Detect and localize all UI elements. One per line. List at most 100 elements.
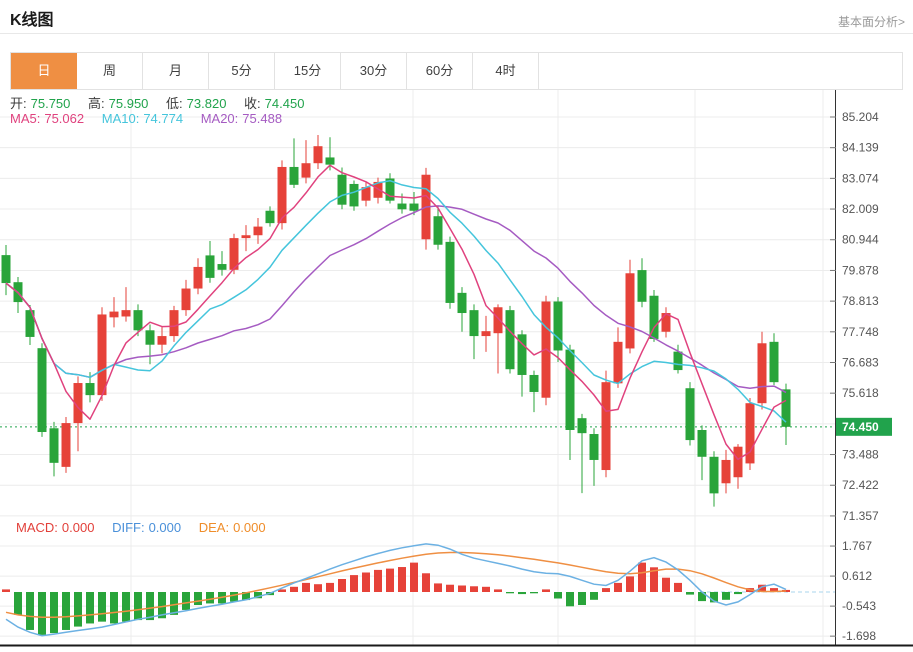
tab-5min[interactable]: 5分 xyxy=(209,53,275,89)
candle-37 xyxy=(445,236,455,309)
page-title: K线图 xyxy=(10,12,54,29)
axis-tick-label: 83.074 xyxy=(842,171,879,185)
macd-bar-8 xyxy=(98,592,106,622)
candle-25 xyxy=(301,140,311,184)
candles-layer xyxy=(1,134,791,507)
candle-10 xyxy=(121,287,131,322)
macd-bar-9 xyxy=(110,592,118,624)
tab-week[interactable]: 周 xyxy=(77,53,143,89)
macd-bar-49 xyxy=(590,592,598,600)
diff-value: 0.000 xyxy=(148,520,182,535)
candle-14 xyxy=(169,305,179,342)
macd-bar-14 xyxy=(170,592,178,615)
tab-4hour[interactable]: 4时 xyxy=(473,53,539,89)
dea-label: DEA: xyxy=(198,520,230,535)
macd-bar-60 xyxy=(722,592,730,600)
ma10-value: 74.774 xyxy=(143,111,184,126)
macd-bar-1 xyxy=(14,592,22,615)
candle-50 xyxy=(601,370,611,478)
macd-histogram-layer xyxy=(2,562,790,635)
axis-tick-label: 73.488 xyxy=(842,448,879,462)
macd-bar-15 xyxy=(182,592,190,610)
axis-tick-label: -0.543 xyxy=(842,599,876,613)
axis-tick-label: 77.748 xyxy=(842,325,879,339)
ma5-label: MA5: xyxy=(10,111,41,126)
candle-38 xyxy=(457,287,467,332)
macd-bar-11 xyxy=(134,592,142,621)
candle-13 xyxy=(157,325,167,354)
candle-12 xyxy=(145,324,155,365)
macd-bar-7 xyxy=(86,592,94,624)
high-label: 高: xyxy=(88,96,105,111)
open-label: 开: xyxy=(10,96,27,111)
candle-42 xyxy=(505,305,515,374)
candle-18 xyxy=(217,251,227,276)
low-label: 低: xyxy=(166,96,183,111)
macd-bar-47 xyxy=(566,592,574,607)
tab-60min[interactable]: 60分 xyxy=(407,53,473,89)
candle-0 xyxy=(1,245,11,296)
tab-day[interactable]: 日 xyxy=(11,53,77,89)
macd-bar-36 xyxy=(434,583,442,592)
macd-bar-3 xyxy=(38,592,46,635)
axis-tick-label: 0.612 xyxy=(842,569,872,583)
macd-bar-24 xyxy=(290,586,298,592)
candle-4 xyxy=(49,421,59,477)
candle-59 xyxy=(709,451,719,507)
candle-65 xyxy=(781,383,791,445)
axis-tick-label: 76.683 xyxy=(842,355,879,369)
macd-value: 0.000 xyxy=(61,520,95,535)
candle-40 xyxy=(481,315,491,352)
macd-bar-48 xyxy=(578,592,586,605)
candle-60 xyxy=(721,449,731,494)
header-divider xyxy=(0,33,913,34)
axis-tick-label: 71.357 xyxy=(842,509,879,523)
macd-bar-50 xyxy=(602,588,610,592)
macd-bar-53 xyxy=(638,562,646,592)
candle-57 xyxy=(685,382,695,446)
candle-44 xyxy=(529,370,539,413)
candle-39 xyxy=(469,304,479,360)
tabbar-filler xyxy=(539,53,902,89)
axis-tick-label: 78.813 xyxy=(842,294,879,308)
macd-bar-35 xyxy=(422,573,430,592)
interval-tabbar: 日周月 5分 15分 30分 60分 4时 xyxy=(10,52,903,90)
close-value: 74.450 xyxy=(264,96,305,111)
current-price-tag: 74.450 xyxy=(836,417,892,436)
tab-15min[interactable]: 15分 xyxy=(275,53,341,89)
axis-tick-label: 80.944 xyxy=(842,233,879,247)
candle-24 xyxy=(289,138,299,188)
ma20-line xyxy=(5,205,787,394)
candle-29 xyxy=(349,180,359,211)
candle-20 xyxy=(241,225,251,252)
low-value: 73.820 xyxy=(186,96,227,111)
macd-bar-51 xyxy=(614,582,622,592)
macd-bar-56 xyxy=(674,582,682,592)
candle-47 xyxy=(565,344,575,460)
macd-bar-45 xyxy=(542,589,550,592)
dea-value: 0.000 xyxy=(233,520,266,535)
macd-bar-16 xyxy=(194,592,202,605)
macd-bar-52 xyxy=(626,576,634,592)
axis-tick-label: -1.698 xyxy=(842,629,876,643)
axis-tick-label: 85.204 xyxy=(842,110,879,124)
macd-bar-30 xyxy=(362,572,370,592)
ma10-label: MA10: xyxy=(101,111,140,126)
macd-bar-26 xyxy=(314,584,322,592)
candle-2 xyxy=(25,304,35,346)
macd-bar-57 xyxy=(686,592,694,595)
candle-51 xyxy=(613,327,623,388)
current-price-tag-label: 74.450 xyxy=(842,420,879,434)
kline-page: { "header": { "title": "K线图", "link_labe… xyxy=(0,0,913,652)
axis-tick-label: 84.139 xyxy=(842,141,879,155)
macd-bar-17 xyxy=(206,592,214,604)
tab-30min[interactable]: 30分 xyxy=(341,53,407,89)
fundamental-analysis-link[interactable]: 基本面分析> xyxy=(838,13,905,30)
macd-bar-44 xyxy=(530,592,538,594)
tab-month[interactable]: 月 xyxy=(143,53,209,89)
macd-bar-55 xyxy=(662,577,670,592)
macd-bar-31 xyxy=(374,569,382,592)
macd-bar-0 xyxy=(2,589,10,592)
macd-bar-4 xyxy=(50,592,58,634)
macd-bar-6 xyxy=(74,592,82,627)
